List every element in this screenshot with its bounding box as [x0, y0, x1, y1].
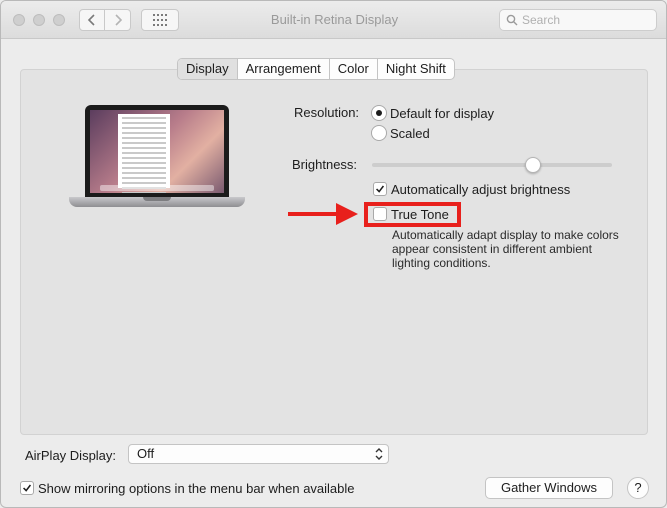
- tab-bar: Display Arrangement Color Night Shift: [177, 58, 455, 80]
- title-bar: Built-in Retina Display: [1, 1, 666, 39]
- search-icon: [506, 14, 518, 26]
- laptop-screen: [90, 110, 224, 193]
- tab-night-shift[interactable]: Night Shift: [378, 59, 454, 79]
- arrow-icon: [288, 203, 358, 225]
- tab-color[interactable]: Color: [330, 59, 378, 79]
- brightness-label: Brightness:: [292, 157, 358, 172]
- chevron-updown-icon: [375, 448, 383, 460]
- resolution-default-label[interactable]: Default for display: [390, 106, 494, 121]
- brightness-thumb[interactable]: [525, 157, 541, 173]
- tab-display[interactable]: Display: [178, 59, 238, 79]
- search-field[interactable]: [499, 9, 657, 31]
- dock: [100, 185, 214, 191]
- resolution-scaled-radio[interactable]: [371, 125, 387, 141]
- laptop-notch: [143, 197, 171, 201]
- airplay-popup[interactable]: Off: [128, 444, 389, 464]
- brightness-track: [372, 163, 612, 167]
- mirroring-label[interactable]: Show mirroring options in the menu bar w…: [38, 481, 355, 496]
- resolution-scaled-label[interactable]: Scaled: [390, 126, 430, 141]
- preferences-window: Built-in Retina Display Display Arrangem…: [0, 0, 667, 508]
- laptop-lid: [85, 105, 229, 197]
- gather-windows-button[interactable]: Gather Windows: [485, 477, 613, 499]
- true-tone-checkbox[interactable]: [373, 207, 387, 221]
- tab-arrangement[interactable]: Arrangement: [238, 59, 330, 79]
- checkmark-icon: [376, 185, 385, 193]
- airplay-value: Off: [137, 446, 155, 461]
- laptop-illustration: [69, 105, 245, 213]
- brightness-slider[interactable]: [372, 157, 612, 173]
- airplay-label: AirPlay Display:: [25, 448, 117, 463]
- help-button[interactable]: ?: [627, 477, 649, 499]
- auto-brightness-checkbox[interactable]: [373, 182, 387, 196]
- auto-brightness-label[interactable]: Automatically adjust brightness: [391, 182, 570, 197]
- mirroring-checkbox[interactable]: [20, 481, 34, 495]
- true-tone-description: Automatically adapt display to make colo…: [392, 228, 619, 270]
- resolution-label: Resolution:: [294, 105, 360, 120]
- checkmark-icon: [23, 484, 32, 492]
- resolution-default-radio[interactable]: [371, 105, 387, 121]
- search-input[interactable]: [522, 13, 650, 27]
- document-thumbnail: [118, 114, 170, 193]
- true-tone-label[interactable]: True Tone: [391, 207, 449, 222]
